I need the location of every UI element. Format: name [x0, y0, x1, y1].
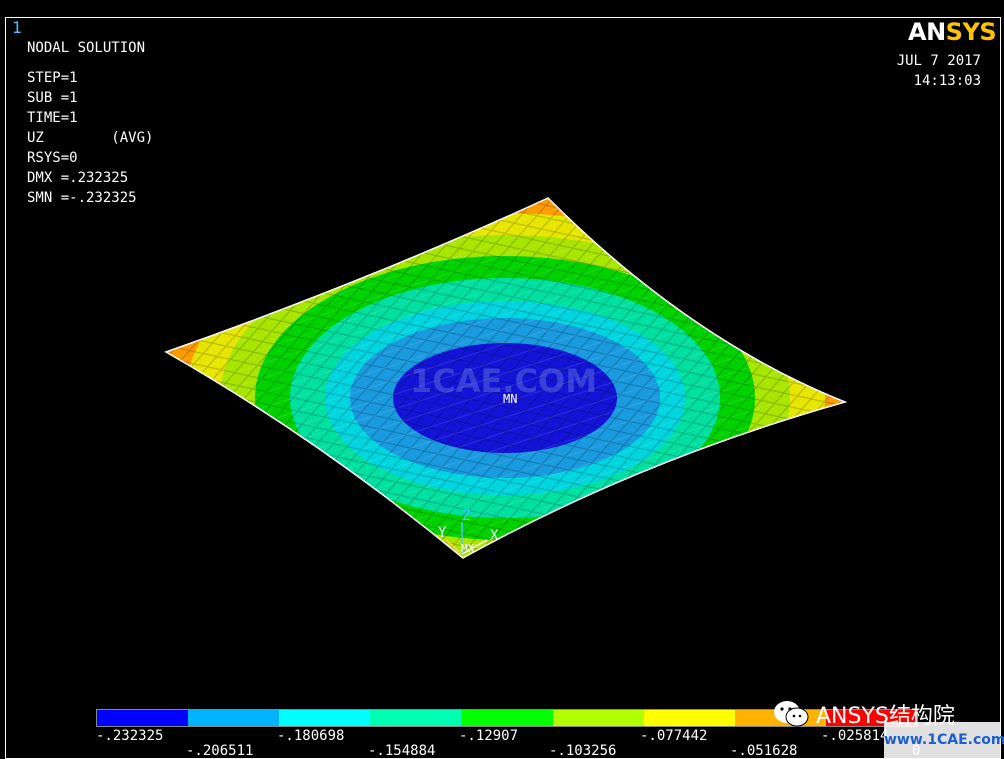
contour-plot: MN Z X Y MX [164, 197, 848, 559]
legend-swatch [461, 710, 553, 726]
legend-swatch [370, 710, 462, 726]
legend-label: -.12907 [459, 728, 519, 744]
legend-label: -.206511 [186, 743, 254, 759]
legend-swatch [188, 710, 280, 726]
legend-swatch [552, 710, 644, 726]
center-watermark: 1CAE.COM [410, 362, 598, 400]
legend-label: -.051628 [730, 743, 798, 759]
z-axis-label: Z [462, 508, 470, 524]
y-axis-label: Y [438, 525, 447, 541]
legend-swatch [643, 710, 735, 726]
legend-swatch [97, 710, 189, 726]
legend-label: -.180698 [277, 728, 345, 744]
x-axis-label: X [490, 528, 499, 544]
legend-label: -.232325 [96, 728, 164, 744]
legend-label: -.025814 [821, 728, 889, 744]
legend-swatch [279, 710, 371, 726]
legend-label: -.103256 [549, 743, 617, 759]
legend-label: -.077442 [640, 728, 708, 744]
graphics-viewport[interactable]: 1 ANSYS JUL 7 2017 14:13:03 NODAL SOLUTI… [0, 0, 1004, 759]
legend-label: -.154884 [368, 743, 436, 759]
wechat-icon [774, 701, 809, 727]
site-watermark: www.1CAE.com [884, 722, 1004, 759]
max-marker: MX [461, 542, 475, 555]
